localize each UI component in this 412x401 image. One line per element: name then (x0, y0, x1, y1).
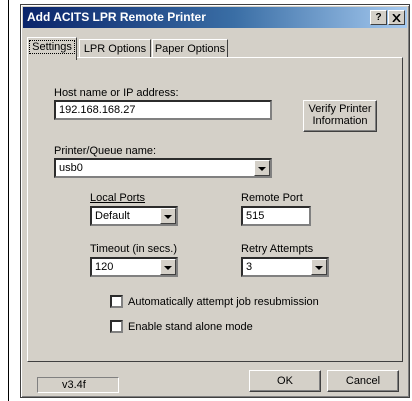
standalone-checkbox[interactable] (110, 320, 123, 333)
local-ports-select[interactable]: Default (90, 206, 178, 226)
tab-settings[interactable]: Settings (27, 37, 77, 60)
standalone-label[interactable]: Enable stand alone mode (128, 320, 253, 334)
title-bar: Add ACITS LPR Remote Printer ? (23, 7, 407, 28)
ok-button[interactable]: OK (249, 370, 321, 392)
close-icon (392, 13, 401, 23)
remote-port-input[interactable]: 515 (241, 206, 311, 226)
add-printer-dialog: Add ACITS LPR Remote Printer ? Settings … (20, 4, 410, 398)
window-title: Add ACITS LPR Remote Printer (27, 10, 206, 24)
verify-printer-button[interactable]: Verify Printer Information (303, 100, 377, 132)
auto-resubmit-label[interactable]: Automatically attempt job resubmission (128, 295, 319, 309)
auto-resubmit-checkbox[interactable] (110, 295, 123, 308)
version-label: v3.4f (37, 377, 119, 393)
settings-panel: Host name or IP address: 192.168.168.27 … (27, 57, 403, 362)
cancel-button[interactable]: Cancel (327, 370, 399, 392)
tab-paper-options[interactable]: Paper Options (152, 39, 228, 59)
tab-lpr-options[interactable]: LPR Options (79, 39, 151, 59)
chevron-down-icon[interactable] (311, 259, 327, 275)
queue-value: usb0 (59, 162, 83, 174)
retry-select[interactable]: 3 (241, 257, 329, 277)
local-ports-label: Local Ports (90, 192, 146, 204)
host-label: Host name or IP address: (54, 87, 179, 99)
remote-port-label: Remote Port (241, 192, 303, 204)
chevron-down-icon[interactable] (254, 160, 270, 176)
timeout-label: Timeout (in secs.) (90, 243, 178, 255)
timeout-select[interactable]: 120 (90, 257, 178, 277)
retry-value: 3 (246, 261, 253, 273)
retry-label: Retry Attempts (241, 243, 314, 255)
queue-label: Printer/Queue name: (54, 145, 157, 157)
help-button[interactable]: ? (370, 10, 387, 25)
host-input[interactable]: 192.168.168.27 (54, 100, 272, 120)
chevron-down-icon[interactable] (160, 259, 176, 275)
left-edge-line (8, 0, 9, 401)
close-button[interactable] (388, 10, 405, 25)
chevron-down-icon[interactable] (160, 208, 176, 224)
timeout-value: 120 (95, 261, 114, 273)
queue-select[interactable]: usb0 (54, 158, 272, 178)
local-ports-value: Default (95, 210, 130, 222)
